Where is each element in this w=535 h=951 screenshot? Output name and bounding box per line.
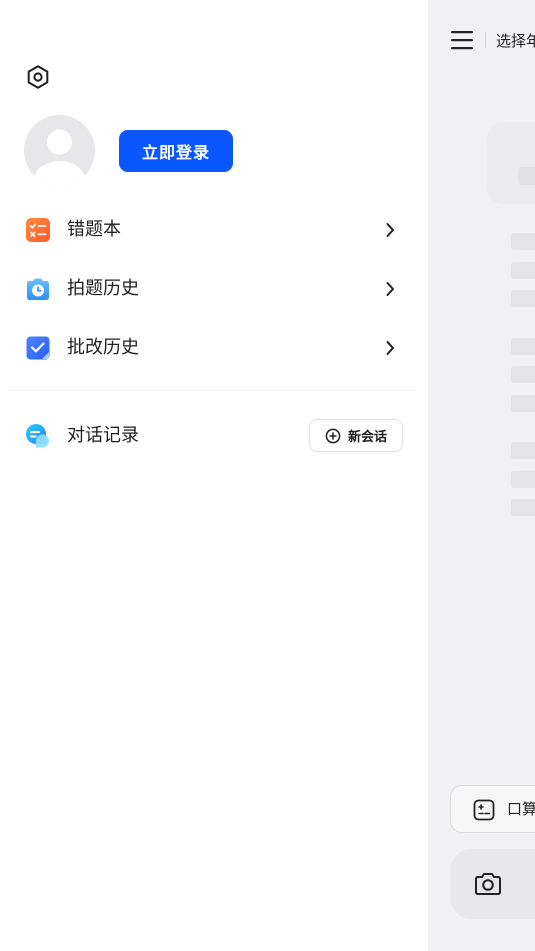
mental-math-label: 口算 — [507, 800, 535, 818]
avatar[interactable] — [24, 115, 95, 186]
new-chat-button[interactable]: 新会话 — [309, 419, 403, 452]
skeleton-line — [511, 290, 535, 307]
app-screen: 选择年级 口算 — [0, 0, 535, 951]
chevron-right-icon — [384, 220, 396, 240]
skeleton-line — [511, 233, 535, 250]
chevron-right-icon — [384, 338, 396, 358]
chat-record-icon — [24, 422, 52, 450]
menu-item-label: 错题本 — [67, 219, 121, 240]
menu-item-correction-history[interactable]: 批改历史 — [16, 326, 412, 370]
chat-record-label: 对话记录 — [67, 425, 139, 446]
skeleton-line — [511, 471, 535, 488]
menu-item-label: 批改历史 — [67, 337, 139, 358]
skeleton-line — [511, 262, 535, 279]
menu-item-label: 拍题历史 — [67, 278, 139, 299]
loading-card-skeleton — [487, 122, 535, 204]
side-drawer: 立即登录 错题本 拍题历史 批改历史 对话记录 新会话 — [0, 0, 428, 951]
new-chat-label: 新会话 — [347, 430, 387, 445]
menu-item-photo-history[interactable]: 拍题历史 — [16, 267, 412, 311]
skeleton-line — [511, 499, 535, 516]
mental-math-button[interactable]: 口算 — [450, 785, 535, 833]
correction-history-icon — [24, 334, 52, 362]
plus-circle-icon — [325, 428, 341, 443]
skeleton-line — [511, 395, 535, 412]
photo-history-icon — [24, 275, 52, 303]
grade-selector[interactable]: 选择年级 — [496, 30, 535, 52]
default-avatar-icon — [24, 115, 95, 186]
drawer-divider — [10, 390, 416, 391]
mistake-book-icon — [24, 216, 52, 244]
main-page-overlay[interactable]: 选择年级 口算 — [428, 0, 535, 951]
menu-item-mistake-book[interactable]: 错题本 — [16, 208, 412, 252]
login-button[interactable]: 立即登录 — [119, 130, 233, 172]
header-divider — [485, 32, 486, 48]
skeleton-line — [511, 338, 535, 355]
skeleton-block — [518, 167, 535, 185]
settings-hexagon-icon — [27, 65, 49, 89]
skeleton-line — [511, 366, 535, 383]
calc-icon — [473, 799, 495, 821]
camera-icon — [473, 869, 503, 899]
camera-button[interactable] — [451, 849, 535, 919]
chevron-right-icon — [384, 279, 396, 299]
settings-button[interactable] — [22, 61, 54, 93]
skeleton-line — [511, 442, 535, 459]
hamburger-icon[interactable] — [450, 28, 474, 52]
